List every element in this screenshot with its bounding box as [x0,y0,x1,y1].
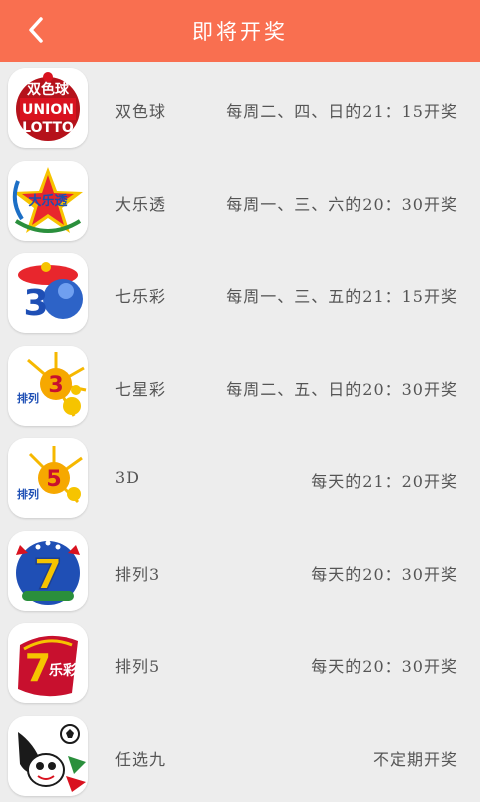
svg-text:3: 3 [23,283,48,324]
svg-text:大乐透: 大乐透 [28,193,67,209]
lottery-schedule: 每周二、四、日的21：15开奖 [226,98,458,122]
lottery-schedule: 不定期开奖 [373,746,458,770]
renxuanjiu-icon [8,716,88,796]
lottery-schedule: 每周二、五、日的20：30开奖 [226,376,458,400]
qilecai-icon: 3 [8,253,88,333]
lottery-schedule: 每天的20：30开奖 [311,653,458,677]
lottery-list: 双色球 UNION LOTTO 双色球 每周二、四、日的21：15开奖 大乐透 … [0,62,480,802]
app-header: 即将开奖 [0,0,480,62]
svg-text:排列: 排列 [17,391,39,405]
qixingcai-icon: 3 排列 [8,346,88,426]
lottery-name: 3D [115,468,140,487]
svg-text:排列: 排列 [17,487,39,501]
3d-icon: 5 排列 [8,438,88,518]
union-lotto-icon: 双色球 UNION LOTTO [8,68,88,148]
lottery-row-pailie5[interactable]: 7 乐彩 排列5 每天的20：30开奖 [0,617,480,710]
lottery-row-shuangseqiu[interactable]: 双色球 UNION LOTTO 双色球 每周二、四、日的21：15开奖 [0,62,480,155]
lottery-schedule: 每天的21：20开奖 [311,468,458,492]
svg-text:3: 3 [48,373,63,398]
chevron-left-icon [26,16,46,44]
svg-text:UNION: UNION [22,102,74,118]
lottery-name: 排列3 [115,561,160,585]
lottery-schedule: 每天的20：30开奖 [311,561,458,585]
lottery-row-daletou[interactable]: 大乐透 大乐透 每周一、三、六的20：30开奖 [0,155,480,248]
svg-text:7: 7 [25,646,51,690]
back-button[interactable] [18,12,54,48]
lottery-name: 双色球 [115,98,166,122]
svg-text:LOTTO: LOTTO [22,120,74,136]
lottery-row-3d[interactable]: 5 排列 3D 每天的21：20开奖 [0,432,480,525]
lottery-schedule: 每周一、三、五的21：15开奖 [226,283,458,307]
lottery-name: 七乐彩 [115,283,166,307]
lottery-name: 大乐透 [115,191,166,215]
pailie3-icon: 7 [8,531,88,611]
page-title: 即将开奖 [192,16,288,46]
lottery-row-qixingcai[interactable]: 3 排列 七星彩 每周二、五、日的20：30开奖 [0,340,480,433]
lottery-name: 任选九 [115,746,166,770]
pailie5-icon: 7 乐彩 [8,623,88,703]
svg-text:5: 5 [46,467,61,492]
lottery-name: 七星彩 [115,376,166,400]
lottery-row-pailie3[interactable]: 7 排列3 每天的20：30开奖 [0,525,480,618]
lottery-row-qilecai[interactable]: 3 七乐彩 每周一、三、五的21：15开奖 [0,247,480,340]
daletou-icon: 大乐透 [8,161,88,241]
lottery-name: 排列5 [115,653,160,677]
svg-text:双色球: 双色球 [27,81,70,98]
lottery-row-renxuanjiu[interactable]: 任选九 不定期开奖 [0,710,480,802]
lottery-schedule: 每周一、三、六的20：30开奖 [226,191,458,215]
svg-text:乐彩: 乐彩 [49,662,77,679]
